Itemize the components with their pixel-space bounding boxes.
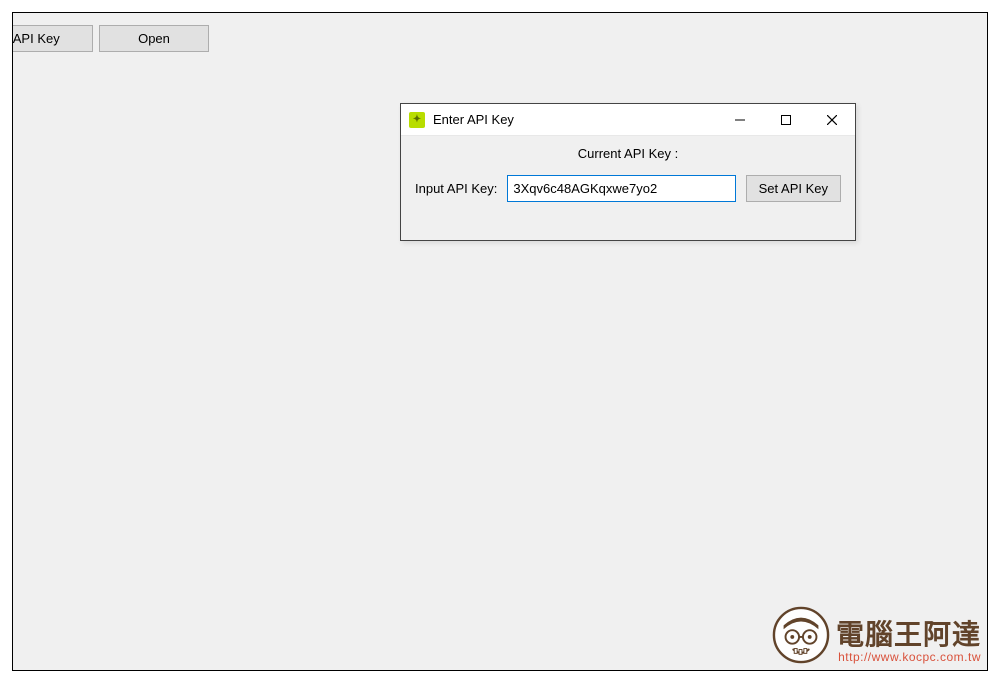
main-window: t API Key Open ✦ Enter API Key Current A… (12, 12, 988, 671)
open-button[interactable]: Open (99, 25, 209, 52)
watermark-text: 電腦王阿達 http://www.kocpc.com.tw (836, 620, 981, 664)
api-key-input[interactable] (507, 175, 735, 202)
input-api-key-label: Input API Key: (415, 181, 497, 196)
input-row: Input API Key: Set API Key (415, 175, 841, 202)
toolbar: t API Key Open (12, 25, 209, 52)
app-icon: ✦ (409, 112, 425, 128)
dialog-titlebar[interactable]: ✦ Enter API Key (401, 104, 855, 136)
minimize-icon[interactable] (717, 104, 763, 136)
watermark: 電腦王阿達 http://www.kocpc.com.tw (772, 606, 981, 664)
watermark-title: 電腦王阿達 (836, 620, 981, 651)
enter-api-key-dialog: ✦ Enter API Key Current API Key : Input … (400, 103, 856, 241)
maximize-icon[interactable] (763, 104, 809, 136)
dialog-title: Enter API Key (433, 112, 717, 127)
watermark-url: http://www.kocpc.com.tw (836, 651, 981, 664)
set-api-key-button[interactable]: Set API Key (746, 175, 841, 202)
avatar-icon (772, 606, 830, 664)
dialog-body: Current API Key : Input API Key: Set API… (401, 136, 855, 240)
window-controls (717, 104, 855, 136)
current-api-key-label: Current API Key : (415, 146, 841, 161)
close-icon[interactable] (809, 104, 855, 136)
api-key-button[interactable]: t API Key (12, 25, 93, 52)
